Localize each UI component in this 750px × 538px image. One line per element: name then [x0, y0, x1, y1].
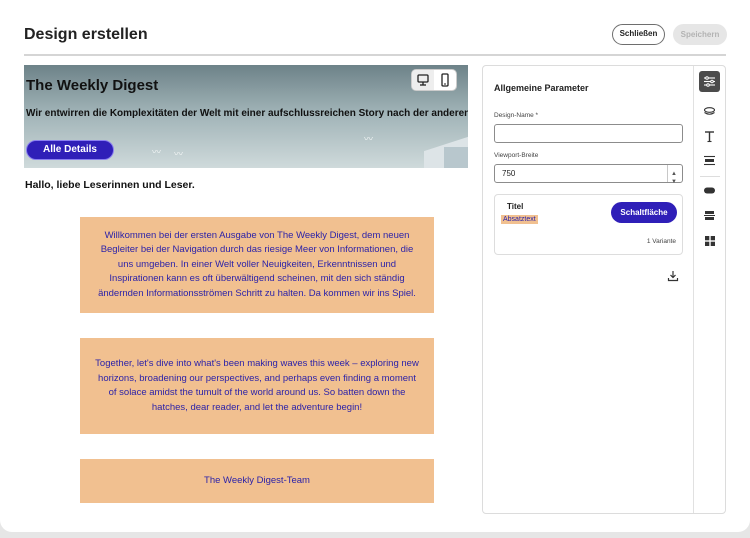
hero-cta-button[interactable]: Alle Details	[26, 140, 114, 160]
preview-title: Titel	[507, 202, 524, 211]
button-icon	[704, 187, 715, 194]
save-button[interactable]: Speichern	[673, 24, 727, 45]
viewport-width-input[interactable]: 750 ▲ ▼	[494, 164, 683, 185]
design-name-field[interactable]	[494, 124, 683, 143]
download-icon[interactable]	[667, 270, 679, 282]
close-button[interactable]: Schließen	[612, 24, 665, 45]
header-rail-button[interactable]	[699, 150, 720, 171]
grid-icon	[704, 235, 715, 246]
parameters-section: Allgemeine Parameter Design-Name * Viewp…	[483, 66, 693, 513]
layers-icon	[703, 107, 716, 115]
desktop-view-button[interactable]	[412, 70, 434, 90]
divider-icon	[704, 211, 715, 220]
chevron-down-icon[interactable]: ▼	[671, 174, 677, 191]
preview-paragraph: Absatztext	[501, 215, 538, 224]
text-block[interactable]: Willkommen bei der ersten Ausgabe von Th…	[80, 217, 434, 313]
rail-divider	[700, 176, 720, 177]
desktop-icon	[417, 74, 429, 86]
signature-block[interactable]: The Weekly Digest-Team	[80, 459, 434, 503]
layers-rail-button[interactable]	[699, 101, 720, 122]
settings-rail-button[interactable]	[699, 71, 720, 92]
create-design-dialog: Design erstellen Schließen Speichern 〰 〰…	[0, 0, 750, 532]
greeting-text[interactable]: Hallo, liebe Leserinnen und Leser.	[25, 179, 195, 191]
component-rail	[693, 66, 726, 513]
design-name-label: Design-Name *	[494, 112, 539, 119]
text-rail-button[interactable]	[699, 126, 720, 147]
panel-heading: Allgemeine Parameter	[494, 83, 589, 93]
device-toggle	[412, 70, 456, 90]
divider-rail-button[interactable]	[699, 205, 720, 226]
grid-rail-button[interactable]	[699, 230, 720, 251]
hero-banner[interactable]: 〰 〰 〰 The Weekly Digest Wir entwirren di…	[24, 65, 468, 168]
hero-building	[444, 147, 468, 168]
bird-decoration: 〰	[364, 134, 374, 144]
bird-decoration: 〰	[152, 147, 162, 157]
hero-subtitle: Wir entwirren die Komplexitäten der Welt…	[26, 108, 468, 119]
header-icon	[704, 155, 715, 166]
dialog-title: Design erstellen	[24, 26, 148, 43]
viewport-width-label: Viewport-Breite	[494, 152, 539, 159]
preview-button[interactable]: Schaltfläche	[611, 202, 677, 223]
text-icon	[705, 131, 714, 143]
settings-icon	[704, 76, 715, 87]
settings-panel: Allgemeine Parameter Design-Name * Viewp…	[482, 65, 726, 514]
mobile-view-button[interactable]	[434, 70, 456, 90]
email-preview: 〰 〰 〰 The Weekly Digest Wir entwirren di…	[24, 65, 468, 514]
mobile-icon	[441, 73, 449, 87]
style-preview-card[interactable]: Titel Absatztext Schaltfläche 1 Variante	[494, 194, 683, 255]
bird-decoration: 〰	[174, 149, 184, 159]
header-divider	[24, 54, 726, 56]
design-canvas: 〰 〰 〰 The Weekly Digest Wir entwirren di…	[24, 65, 468, 514]
variant-count: 1 Variante	[646, 238, 676, 245]
viewport-stepper[interactable]: ▲ ▼	[667, 165, 682, 185]
viewport-width-value: 750	[502, 169, 516, 178]
hero-title: The Weekly Digest	[26, 77, 159, 94]
text-block[interactable]: Together, let's dive into what's been ma…	[80, 338, 434, 434]
button-rail-button[interactable]	[699, 180, 720, 201]
